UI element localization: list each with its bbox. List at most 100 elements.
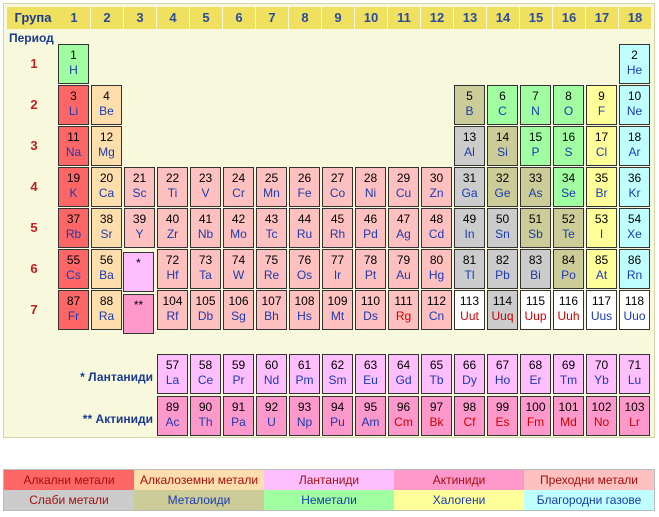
element-cell[interactable]: 30 Zn (421, 167, 452, 207)
element-cell[interactable]: 21 Sc (124, 167, 155, 207)
element-cell[interactable]: 116 Uuh (553, 290, 584, 330)
element-cell[interactable]: 107 Bh (256, 290, 287, 330)
element-cell[interactable]: 73 Ta (190, 249, 221, 289)
element-cell[interactable]: 53 I (586, 208, 617, 248)
element-cell[interactable]: 43 Tc (256, 208, 287, 248)
element-cell[interactable]: 25 Mn (256, 167, 287, 207)
element-cell[interactable]: 49 In (454, 208, 485, 248)
element-cell[interactable]: 89 Ac (157, 396, 188, 436)
element-cell[interactable]: 31 Ga (454, 167, 485, 207)
element-cell[interactable]: 47 Ag (388, 208, 419, 248)
element-cell[interactable]: 61 Pm (289, 354, 320, 394)
element-cell[interactable]: 94 Pu (322, 396, 353, 436)
element-cell[interactable]: 38 Sr (91, 208, 122, 248)
element-cell[interactable]: 48 Cd (421, 208, 452, 248)
element-cell[interactable]: 60 Nd (256, 354, 287, 394)
element-cell[interactable]: 6C (487, 85, 518, 125)
element-cell[interactable]: 28 Ni (355, 167, 386, 207)
element-cell[interactable]: 98 Cf (454, 396, 485, 436)
element-cell[interactable]: 37 Rb (58, 208, 89, 248)
element-cell[interactable]: 54 Xe (619, 208, 650, 248)
element-cell[interactable]: 113 Uut (454, 290, 485, 330)
element-cell[interactable]: 2 He (619, 44, 650, 84)
element-cell[interactable]: 24 Cr (223, 167, 254, 207)
element-cell[interactable]: 84 Po (553, 249, 584, 289)
element-cell[interactable]: 80 Hg (421, 249, 452, 289)
element-cell[interactable]: 23 V (190, 167, 221, 207)
element-cell[interactable]: 14 Si (487, 126, 518, 166)
element-cell[interactable]: 88 Ra (91, 290, 122, 330)
element-cell[interactable]: 44 Ru (289, 208, 320, 248)
element-cell[interactable]: 65 Tb (421, 354, 452, 394)
element-cell[interactable]: 1H (58, 44, 89, 84)
element-cell[interactable]: 42 Mo (223, 208, 254, 248)
element-cell[interactable]: 52 Te (553, 208, 584, 248)
element-cell[interactable]: 20 Ca (91, 167, 122, 207)
element-cell[interactable]: 75 Re (256, 249, 287, 289)
element-cell[interactable]: 90 Th (190, 396, 221, 436)
element-cell[interactable]: 36 Kr (619, 167, 650, 207)
element-cell[interactable]: 64 Gd (388, 354, 419, 394)
element-cell[interactable]: 40 Zr (157, 208, 188, 248)
element-cell[interactable]: 69 Tm (553, 354, 584, 394)
element-cell[interactable]: 33 As (520, 167, 551, 207)
element-cell[interactable]: 22 Ti (157, 167, 188, 207)
element-cell[interactable]: 83 Bi (520, 249, 551, 289)
element-cell[interactable]: 96 Cm (388, 396, 419, 436)
element-cell[interactable]: 4 Be (91, 85, 122, 125)
element-cell[interactable]: 63 Eu (355, 354, 386, 394)
element-cell[interactable]: 15 P (520, 126, 551, 166)
element-cell[interactable]: 102 No (586, 396, 617, 436)
element-cell[interactable]: 9F (586, 85, 617, 125)
element-cell[interactable]: 29 Cu (388, 167, 419, 207)
element-cell[interactable]: 108 Hs (289, 290, 320, 330)
element-cell[interactable]: 68 Er (520, 354, 551, 394)
element-cell[interactable]: 32 Ge (487, 167, 518, 207)
element-cell[interactable]: 58 Ce (190, 354, 221, 394)
element-cell[interactable]: 101 Md (553, 396, 584, 436)
element-cell[interactable]: 112 Cn (421, 290, 452, 330)
element-cell[interactable]: 87 Fr (58, 290, 89, 330)
element-cell[interactable]: 117 Uus (586, 290, 617, 330)
element-cell[interactable]: 78 Pt (355, 249, 386, 289)
element-cell[interactable]: 57 La (157, 354, 188, 394)
element-cell[interactable]: 76 Os (289, 249, 320, 289)
element-cell[interactable]: 114 Uuq (487, 290, 518, 330)
element-cell[interactable]: 106 Sg (223, 290, 254, 330)
element-cell[interactable]: 82 Pb (487, 249, 518, 289)
element-cell[interactable]: 3 Li (58, 85, 89, 125)
element-cell[interactable]: 66 Dy (454, 354, 485, 394)
element-cell[interactable]: 18 Ar (619, 126, 650, 166)
element-cell[interactable]: 26 Fe (289, 167, 320, 207)
element-cell[interactable]: 86 Rn (619, 249, 650, 289)
element-cell[interactable]: 55 Cs (58, 249, 89, 289)
actinide-placeholder[interactable]: ** (123, 294, 154, 334)
element-cell[interactable]: 85 At (586, 249, 617, 289)
element-cell[interactable]: 115 Uup (520, 290, 551, 330)
element-cell[interactable]: 79 Au (388, 249, 419, 289)
element-cell[interactable]: 51 Sb (520, 208, 551, 248)
element-cell[interactable]: 41 Nb (190, 208, 221, 248)
element-cell[interactable]: 109 Mt (322, 290, 353, 330)
element-cell[interactable]: 11 Na (58, 126, 89, 166)
element-cell[interactable]: 19 K (58, 167, 89, 207)
element-cell[interactable]: 13 Al (454, 126, 485, 166)
element-cell[interactable]: 81 Tl (454, 249, 485, 289)
element-cell[interactable]: 45 Rh (322, 208, 353, 248)
element-cell[interactable]: 110 Ds (355, 290, 386, 330)
element-cell[interactable]: 74 W (223, 249, 254, 289)
element-cell[interactable]: 104 Rf (157, 290, 188, 330)
element-cell[interactable]: 77 Ir (322, 249, 353, 289)
element-cell[interactable]: 91 Pa (223, 396, 254, 436)
element-cell[interactable]: 100 Fm (520, 396, 551, 436)
element-cell[interactable]: 95 Am (355, 396, 386, 436)
lanthanide-placeholder[interactable]: * (123, 252, 154, 292)
element-cell[interactable]: 67 Ho (487, 354, 518, 394)
element-cell[interactable]: 62 Sm (322, 354, 353, 394)
element-cell[interactable]: 99 Es (487, 396, 518, 436)
element-cell[interactable]: 105 Db (190, 290, 221, 330)
element-cell[interactable]: 59 Pr (223, 354, 254, 394)
element-cell[interactable]: 34 Se (553, 167, 584, 207)
element-cell[interactable]: 93 Np (289, 396, 320, 436)
element-cell[interactable]: 16 S (553, 126, 584, 166)
